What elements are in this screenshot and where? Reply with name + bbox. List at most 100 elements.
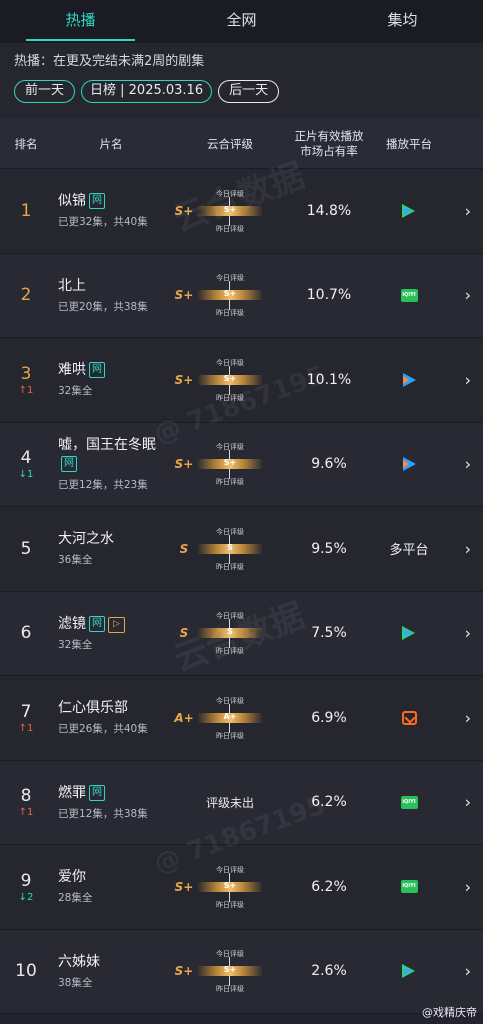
show-title-line: 大河之水 [58, 530, 170, 549]
show-title[interactable]: 爱你 [58, 869, 86, 885]
grade-gauge: 今日评级 S+ 昨日评级 [197, 861, 263, 913]
iqiyi-icon[interactable]: iQIYI [400, 795, 418, 809]
chevron-right-icon[interactable]: › [465, 370, 471, 389]
network-drama-badge: 网 [89, 193, 105, 210]
iqiyi-icon[interactable]: iQIYI [400, 880, 418, 894]
rank-number: 9 [20, 870, 32, 891]
gauge-yesterday-label: 昨日评级 [216, 900, 244, 909]
gauge-today-label: 今日评级 [216, 274, 244, 283]
tab-hot[interactable]: 热播 [0, 0, 161, 43]
table-row[interactable]: 6 滤镜网 ▷ 32集全 S 今日评级 S 昨日评级 7.5% › [0, 591, 483, 676]
market-share-value: 9.5% [311, 540, 347, 557]
show-title[interactable]: 大河之水 [58, 531, 114, 547]
rank-cell: 1 [0, 201, 52, 221]
tab-bar: 热播 全网 集均 [0, 0, 483, 43]
rank-cell: 3 ↑1 [0, 364, 52, 396]
title-cell: 仁心俱乐部已更26集，共40集 [52, 699, 170, 736]
grade-pending-text: 评级未出 [205, 795, 254, 810]
market-share-value: 9.6% [311, 456, 347, 473]
table-row[interactable]: 3 ↑1 难哄网 32集全 S+ 今日评级 S+ 昨日评级 10.1% › [0, 338, 483, 423]
grade-letter: S+ [174, 203, 194, 218]
gauge-grade-value: S+ [223, 373, 237, 383]
title-cell: 难哄网 32集全 [52, 361, 170, 398]
grade-letter: S+ [174, 372, 194, 387]
header-share-line2: 市场占有率 [300, 143, 358, 158]
show-title[interactable]: 六姊妹 [58, 954, 100, 970]
header-grade: 云合评级 [207, 136, 253, 151]
youku-icon[interactable] [401, 456, 417, 472]
show-title-line: 滤镜网 ▷ [58, 615, 170, 634]
youku-icon-shape [403, 460, 409, 469]
show-title[interactable]: 嘘，国王在冬眠 [58, 437, 156, 453]
next-day-button[interactable]: 后一天 [218, 80, 280, 103]
show-title[interactable]: 燃罪 [58, 785, 86, 801]
rank-cell: 4 ↓1 [0, 448, 52, 480]
chevron-right-icon[interactable]: › [465, 793, 471, 812]
chevron-right-icon[interactable]: › [465, 962, 471, 981]
table-row[interactable]: 4 ↓1 嘘，国王在冬眠网 已更12集，共23集 S+ 今日评级 S+ 昨日评级 9.6% › [0, 422, 483, 507]
grade-cell: S+ 今日评级 S+ 昨日评级 [170, 185, 290, 237]
tab-episode-average[interactable]: 集均 [322, 0, 483, 43]
chevron-right-icon[interactable]: › [465, 877, 471, 896]
youku-icon[interactable] [401, 372, 417, 388]
table-row[interactable]: 10 六姊妹 38集全 S+ 今日评级 S+ 昨日评级 2.6% › [0, 929, 483, 1014]
tab-all-network[interactable]: 全网 [161, 0, 322, 43]
gauge-grade-value: S+ [223, 458, 237, 468]
gauge-yesterday-label: 昨日评级 [216, 309, 244, 318]
market-share-value: 6.2% [311, 794, 347, 811]
chevron-right-icon[interactable]: › [465, 539, 471, 558]
header-platform: 播放平台 [386, 136, 432, 151]
grade-cell: S+ 今日评级 S+ 昨日评级 [170, 438, 290, 490]
gauge-today-label: 今日评级 [216, 696, 244, 705]
show-title[interactable]: 似锦 [58, 193, 86, 209]
episode-status: 28集全 [58, 892, 93, 905]
grade-gauge: 今日评级 S+ 昨日评级 [197, 354, 263, 406]
list-description: 热播：在更及完结未满2周的剧集 [14, 54, 205, 69]
table-row[interactable]: 9 ↓2 爱你 28集全 S+ 今日评级 S+ 昨日评级 6.2% iQIYI › [0, 845, 483, 930]
show-title[interactable]: 难哄 [58, 362, 86, 378]
episode-status: 32集全 [58, 385, 93, 398]
gauge-yesterday-label: 昨日评级 [216, 478, 244, 487]
episode-status: 32集全 [58, 638, 93, 651]
table-row[interactable]: 8 ↑1 燃罪网已更12集，共38集 评级未出 6.2% iQIYI › [0, 760, 483, 845]
gauge-today-label: 今日评级 [216, 950, 244, 959]
chevron-right-icon[interactable]: › [465, 201, 471, 220]
market-share-value: 7.5% [311, 625, 347, 642]
rank-cell: 2 [0, 285, 52, 305]
rank-number: 1 [20, 200, 32, 221]
header-name: 片名 [99, 136, 123, 151]
gauge-yesterday-label: 昨日评级 [216, 985, 244, 994]
show-title[interactable]: 仁心俱乐部 [58, 700, 128, 716]
table-row[interactable]: 2 北上 已更20集，共38集 S+ 今日评级 S+ 昨日评级 10.7% iQIYI › [0, 253, 483, 338]
grade-cell: 评级未出 [170, 794, 290, 811]
table-row[interactable]: 5 大河之水 36集全 S 今日评级 S 昨日评级 9.5% 多平台 › [0, 507, 483, 592]
header-rank: 排名 [14, 136, 38, 151]
network-drama-badge: 网 [89, 615, 105, 632]
tencent-video-icon[interactable] [401, 963, 417, 979]
iqiyi-icon[interactable]: iQIYI [400, 288, 418, 302]
show-title[interactable]: 滤镜 [58, 616, 86, 632]
tencent-video-icon[interactable] [401, 625, 417, 641]
episode-status: 已更26集，共40集 [58, 723, 148, 736]
date-selector[interactable]: 日榜 | 2025.03.16 [81, 80, 213, 103]
chevron-right-icon[interactable]: › [465, 624, 471, 643]
tencent-video-icon-shape [404, 629, 412, 638]
platform-cell: iQIYI [368, 288, 450, 302]
table-row[interactable]: 7 ↑1 仁心俱乐部 已更26集，共40集 A+ 今日评级 A+ 昨日评级 6.9% › [0, 676, 483, 761]
mango-tv-icon[interactable] [401, 710, 417, 725]
chevron-right-icon[interactable]: › [465, 286, 471, 305]
tencent-video-icon[interactable] [401, 203, 417, 219]
show-title[interactable]: 北上 [58, 278, 86, 294]
rank-number: 10 [15, 961, 37, 982]
grade-gauge: 今日评级 S+ 昨日评级 [197, 185, 263, 237]
gauge-today-label: 今日评级 [216, 189, 244, 198]
table-row[interactable]: 1 似锦网已更32集，共40集 S+ 今日评级 S+ 昨日评级 14.8% › [0, 169, 483, 254]
gauge-grade-value: A+ [223, 711, 237, 721]
grade-cell: S+ 今日评级 S+ 昨日评级 [170, 269, 290, 321]
episode-status: 已更20集，共38集 [58, 300, 148, 313]
grade-letter: S [179, 626, 189, 641]
prev-day-button[interactable]: 前一天 [14, 80, 76, 103]
show-title-line: 六姊妹 [58, 953, 170, 972]
chevron-right-icon[interactable]: › [465, 708, 471, 727]
chevron-right-icon[interactable]: › [465, 455, 471, 474]
